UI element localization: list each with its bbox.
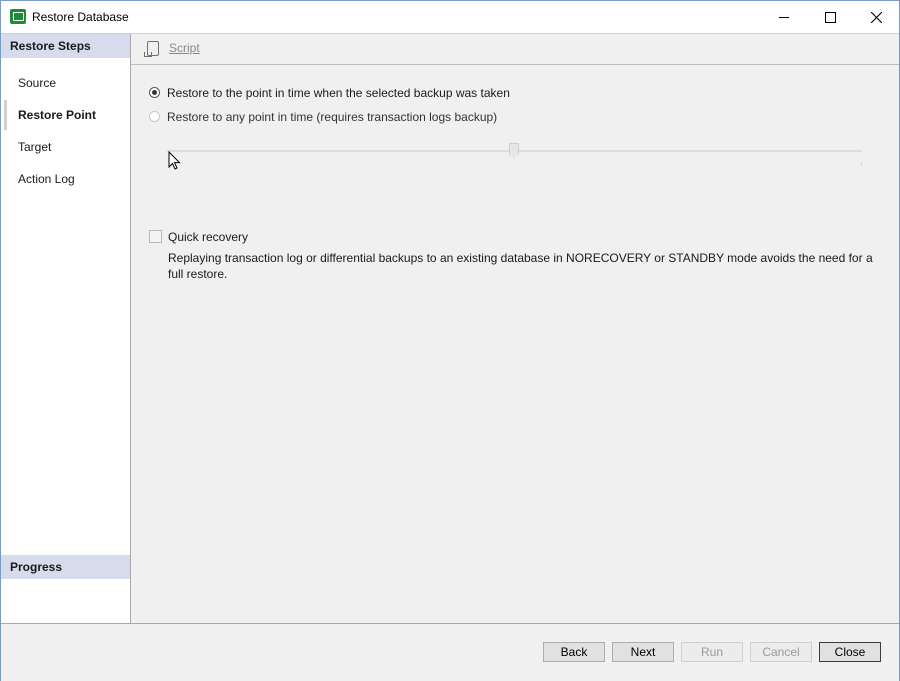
quick-recovery-checkbox[interactable] — [149, 230, 162, 243]
sidebar-item-action-log[interactable]: Action Log — [1, 164, 130, 194]
restore-database-window: Restore Database Restore Steps Source Re… — [0, 0, 900, 681]
next-button[interactable]: Next — [612, 642, 674, 662]
quick-recovery-label[interactable]: Quick recovery — [168, 230, 248, 244]
run-button[interactable]: Run — [681, 642, 743, 662]
restore-any-point-radio[interactable] — [149, 111, 160, 122]
close-window-button[interactable] — [853, 1, 899, 33]
sidebar-item-target[interactable]: Target — [1, 132, 130, 162]
sidebar: Restore Steps Source Restore Point Targe… — [1, 34, 131, 623]
quick-recovery-description: Replaying transaction log or differentia… — [168, 251, 873, 281]
back-button[interactable]: Back — [543, 642, 605, 662]
slider-thumb[interactable] — [509, 143, 519, 159]
slider-tick — [861, 163, 862, 166]
restore-any-point-label[interactable]: Restore to any point in time (requires t… — [167, 110, 497, 124]
restore-steps-header: Restore Steps — [1, 34, 130, 58]
script-link[interactable]: Script — [169, 41, 200, 55]
title-bar: Restore Database — [1, 1, 899, 34]
button-bar: Back Next Run Cancel Close — [1, 623, 899, 681]
restore-point-panel: Restore to the point in time when the se… — [131, 65, 899, 623]
mouse-cursor-icon — [168, 151, 181, 170]
minimize-button[interactable] — [761, 1, 807, 33]
app-icon — [10, 9, 26, 24]
cancel-button[interactable]: Cancel — [750, 642, 812, 662]
restore-selected-backup-label[interactable]: Restore to the point in time when the se… — [167, 86, 510, 100]
sidebar-item-restore-point[interactable]: Restore Point — [1, 100, 130, 130]
sidebar-item-source[interactable]: Source — [1, 68, 130, 98]
toolbar: Script — [131, 34, 899, 65]
window-title: Restore Database — [32, 10, 129, 24]
close-button[interactable]: Close — [819, 642, 881, 662]
close-icon — [870, 11, 882, 23]
restore-selected-backup-radio[interactable] — [149, 87, 160, 98]
maximize-button[interactable] — [807, 1, 853, 33]
progress-header: Progress — [1, 555, 130, 579]
script-icon[interactable] — [144, 41, 159, 57]
